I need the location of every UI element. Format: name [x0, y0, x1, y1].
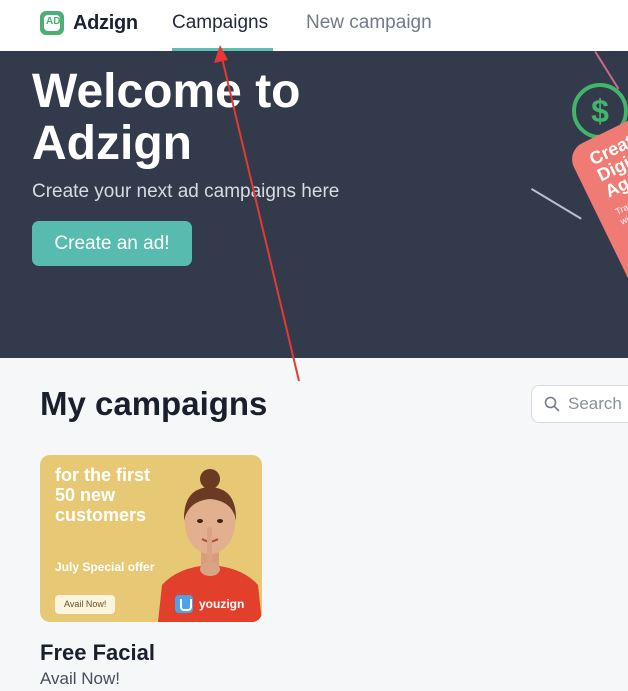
search-icon: [544, 396, 560, 412]
create-ad-button[interactable]: Create an ad!: [32, 221, 192, 266]
ad-avail-pill: Avail Now!: [55, 595, 116, 614]
search-input[interactable]: [568, 394, 628, 414]
welcome-hero: Welcome to Adzign Create your next ad ca…: [0, 51, 628, 358]
campaign-subtitle: Avail Now!: [40, 669, 120, 688]
ad-headline: for the first 50 new customers: [55, 465, 151, 525]
top-navigation: AD Adzign Campaigns New campaign: [0, 0, 628, 51]
hero-title: Welcome to Adzign: [32, 65, 301, 170]
brand-name: Adzign: [73, 11, 138, 34]
hero-subtitle: Create your next ad campaigns here: [32, 181, 340, 202]
campaign-search[interactable]: [531, 385, 628, 423]
campaign-card[interactable]: for the first 50 new customers July Spec…: [40, 455, 262, 689]
tab-campaigns[interactable]: Campaigns: [172, 12, 268, 34]
adzign-logo-icon: AD: [40, 11, 64, 35]
ad-offer-text: July Special offer: [55, 560, 155, 574]
my-campaigns-title: My campaigns: [40, 385, 268, 422]
campaign-thumbnail[interactable]: for the first 50 new customers July Spec…: [40, 455, 262, 622]
youzign-logo-icon: [175, 595, 193, 613]
campaign-title[interactable]: Free Facial: [40, 640, 262, 666]
card-string-decoration: [530, 188, 582, 220]
brand-logo[interactable]: AD Adzign: [40, 11, 138, 35]
youzign-brand: youzign: [175, 595, 244, 613]
youzign-brand-name: youzign: [199, 597, 245, 611]
tab-new-campaign[interactable]: New campaign: [306, 12, 432, 34]
